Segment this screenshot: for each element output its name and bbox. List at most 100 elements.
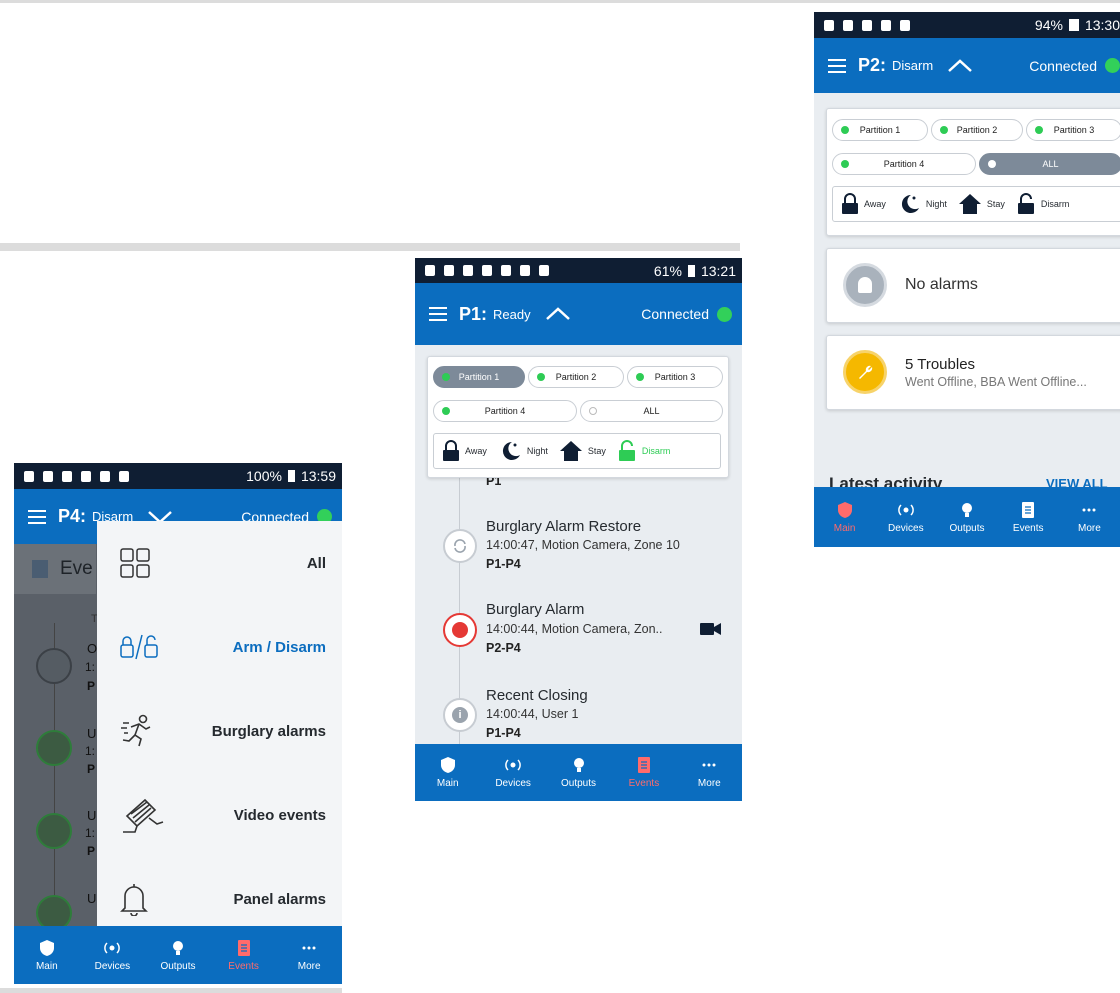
partition-label: Partition 4 xyxy=(883,159,925,169)
hamburger-menu-icon[interactable] xyxy=(28,509,46,524)
partition-label: Partition 1 xyxy=(458,372,500,382)
status-dot xyxy=(589,407,597,415)
nav-main[interactable]: Main xyxy=(814,487,875,547)
lock-icon xyxy=(36,730,72,766)
mode-disarm-label[interactable]: Disarm xyxy=(642,446,671,456)
mode-stay-label[interactable]: Stay xyxy=(588,446,606,456)
partition-pill-all[interactable]: ALL xyxy=(979,153,1120,175)
nav-more-label: More xyxy=(1078,522,1101,534)
event-detail: 14:00:44, Motion Camera, Zon.. xyxy=(486,622,663,636)
nav-devices[interactable]: Devices xyxy=(480,744,545,801)
separator-rule-top xyxy=(0,0,1120,3)
nav-outputs-label: Outputs xyxy=(949,522,985,534)
mode-night-label[interactable]: Night xyxy=(527,446,548,456)
partition-label: Partition 3 xyxy=(654,372,696,382)
connection-status: Connected xyxy=(641,306,742,322)
hamburger-menu-icon[interactable] xyxy=(828,58,846,73)
shield-icon xyxy=(39,939,54,956)
status-bar: 94% 13:30 xyxy=(814,12,1120,38)
status-dot xyxy=(841,126,849,134)
bulb-icon xyxy=(962,502,972,517)
partition-pill-2[interactable]: Partition 2 xyxy=(931,119,1023,141)
events-filter-menu: All Arm / Disarm Burglary alarms Video e… xyxy=(97,521,342,926)
status-dot xyxy=(1035,126,1043,134)
status-dot xyxy=(988,160,996,168)
partition-pill-4[interactable]: Partition 4 xyxy=(433,400,577,422)
mode-stay-label[interactable]: Stay xyxy=(987,199,1005,209)
home-icon[interactable] xyxy=(559,440,583,462)
mode-away-label[interactable]: Away xyxy=(465,446,487,456)
phone-p2-main: 94% 13:30 P2: Disarm Connected Partition … xyxy=(814,12,1120,547)
lock-icon[interactable] xyxy=(442,440,460,462)
troubles-card[interactable]: 5 Troubles Went Offline, BBA Went Offlin… xyxy=(826,335,1120,410)
nav-devices[interactable]: Devices xyxy=(80,926,146,984)
row-fragment: O xyxy=(87,641,98,656)
moon-icon[interactable] xyxy=(897,193,921,215)
mode-night-label[interactable]: Night xyxy=(926,199,947,209)
bell-icon xyxy=(120,884,148,916)
phone-p1-events: 61% 13:21 P1: Ready Connected P1 Burglary… xyxy=(415,258,742,801)
more-icon xyxy=(702,763,716,767)
video-camera-icon[interactable] xyxy=(700,622,722,636)
event-title: Burglary Alarm xyxy=(486,601,585,618)
status-dot xyxy=(442,407,450,415)
bottom-nav: Main Devices Outputs Events More xyxy=(415,744,742,801)
troubles-title: 5 Troubles xyxy=(905,356,976,373)
chevron-up-icon[interactable] xyxy=(545,306,571,322)
nav-main[interactable]: Main xyxy=(415,744,480,801)
mode-away-label[interactable]: Away xyxy=(864,199,886,209)
nav-main-label: Main xyxy=(436,778,459,789)
partition-label: Partition 1 xyxy=(859,125,901,135)
nav-outputs[interactable]: Outputs xyxy=(936,487,997,547)
nav-more[interactable]: More xyxy=(677,744,742,801)
partition-pill-4[interactable]: Partition 4 xyxy=(832,153,976,175)
filter-item-video[interactable]: Video events xyxy=(97,775,342,855)
nav-more[interactable]: More xyxy=(1059,487,1120,547)
filter-label-panel: Panel alarms xyxy=(233,890,326,908)
moon-icon[interactable] xyxy=(498,440,522,462)
nav-more[interactable]: More xyxy=(276,926,342,984)
mode-disarm-label[interactable]: Disarm xyxy=(1041,199,1070,209)
shield-icon xyxy=(837,501,852,518)
nav-outputs[interactable]: Outputs xyxy=(546,744,611,801)
app-bar: P2: Disarm Connected xyxy=(814,38,1120,93)
alarms-text: No alarms xyxy=(905,276,978,293)
events-list-icon xyxy=(32,560,48,578)
partition-title: P4: xyxy=(58,506,87,526)
lock-icon[interactable] xyxy=(841,193,859,215)
event-title: Recent Closing xyxy=(486,687,588,704)
grid-icon xyxy=(120,548,150,578)
nav-events[interactable]: Events xyxy=(211,926,277,984)
nav-events-label: Events xyxy=(1012,522,1044,534)
partition-pill-all[interactable]: ALL xyxy=(580,400,723,422)
filter-label-all: All xyxy=(306,554,326,572)
events-icon xyxy=(237,939,250,956)
nav-events[interactable]: Events xyxy=(998,487,1059,547)
nav-outputs[interactable]: Outputs xyxy=(145,926,211,984)
filter-item-all[interactable]: All xyxy=(97,523,342,603)
bulb-icon xyxy=(172,940,183,955)
battery-icon xyxy=(1068,19,1079,31)
home-icon[interactable] xyxy=(958,193,982,215)
info-icon: i xyxy=(443,698,477,732)
nav-devices[interactable]: Devices xyxy=(875,487,936,547)
unlock-icon[interactable] xyxy=(617,440,637,462)
alarms-card[interactable]: No alarms xyxy=(826,248,1120,323)
chevron-up-icon[interactable] xyxy=(947,58,973,74)
partition-pill-1[interactable]: Partition 1 xyxy=(433,366,525,388)
nav-main[interactable]: Main xyxy=(14,926,80,984)
clock: 13:59 xyxy=(300,468,336,484)
partition-pill-1[interactable]: Partition 1 xyxy=(832,119,928,141)
partition-pill-2[interactable]: Partition 2 xyxy=(528,366,624,388)
partition-pill-3[interactable]: Partition 3 xyxy=(627,366,723,388)
hamburger-menu-icon[interactable] xyxy=(429,307,447,321)
nav-events[interactable]: Events xyxy=(611,744,676,801)
siren-icon xyxy=(443,613,477,647)
unlock-icon[interactable] xyxy=(1016,193,1036,215)
status-dot xyxy=(636,373,644,381)
separator-rule-bottom xyxy=(0,988,342,993)
filter-item-burglary[interactable]: Burglary alarms xyxy=(97,691,342,771)
filter-item-arm-disarm[interactable]: Arm / Disarm xyxy=(97,607,342,687)
connected-dot xyxy=(1105,58,1120,73)
partition-pill-3[interactable]: Partition 3 xyxy=(1026,119,1120,141)
